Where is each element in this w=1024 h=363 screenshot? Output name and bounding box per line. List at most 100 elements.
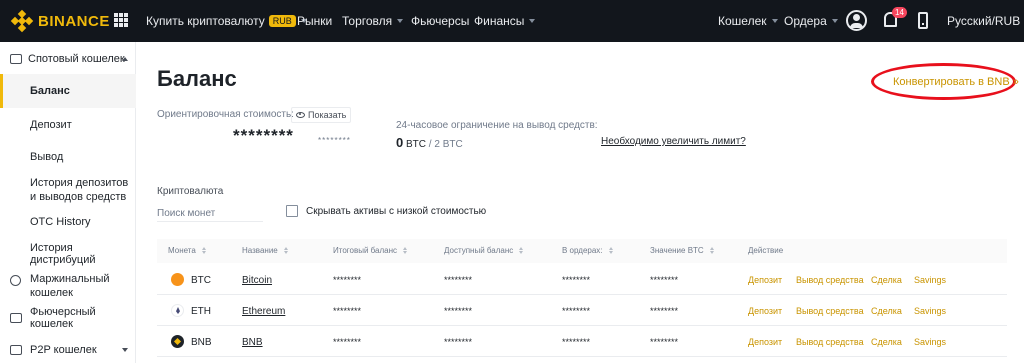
binance-logo-icon	[10, 9, 34, 33]
chevron-down-icon	[529, 19, 536, 23]
nav-buy-crypto[interactable]: Купить криптовалюту RUB	[146, 0, 307, 42]
deposit-link[interactable]: Депозит	[748, 275, 782, 285]
sidebar-item-distribution-history[interactable]: История дистрибуций	[0, 242, 136, 266]
col-coin[interactable]: Монета	[168, 246, 206, 255]
sidebar-item-label: Депозит	[30, 119, 72, 131]
language-label: Русский/RUB	[947, 14, 1021, 28]
sidebar-item-balance[interactable]: Баланс	[0, 74, 136, 108]
savings-link[interactable]: Savings	[914, 337, 946, 347]
user-profile-icon[interactable]	[846, 10, 867, 31]
col-coin-label: Монета	[168, 246, 196, 255]
sidebar-item-deposit[interactable]: Депозит	[0, 116, 136, 134]
nav-buy-crypto-label: Купить криптовалюту	[146, 14, 265, 28]
deposit-link[interactable]: Депозит	[748, 337, 782, 347]
notification-count-badge: 14	[892, 7, 907, 18]
withdraw-link[interactable]: Вывод средства	[796, 306, 864, 316]
nav-wallet[interactable]: Кошелек	[718, 0, 778, 42]
trade-link[interactable]: Сделка	[871, 275, 902, 285]
hide-small-balances-checkbox[interactable]	[286, 205, 298, 217]
estimated-fiat-masked: ********	[318, 136, 351, 145]
trade-link[interactable]: Сделка	[871, 306, 902, 316]
chevron-down-icon	[397, 19, 404, 23]
coin-name-link[interactable]: Ethereum	[242, 306, 285, 317]
sidebar: Спотовый кошелек Баланс Депозит Вывод Ис…	[0, 42, 136, 363]
table-row: BTC Bitcoin ******** ******** ******** *…	[157, 265, 1007, 295]
nav-finance-label: Финансы	[474, 14, 525, 28]
nav-markets-label: Рынки	[297, 14, 333, 28]
table-row: BNB BNB ******** ******** ******** *****…	[157, 327, 1007, 357]
btc-value: ********	[650, 306, 679, 316]
nav-futures[interactable]: Фьючерсы	[411, 0, 469, 42]
col-btc-value[interactable]: Значение BTC	[650, 246, 714, 255]
sidebar-item-spot-wallet[interactable]: Спотовый кошелек	[0, 50, 136, 68]
sidebar-item-history[interactable]: История депозитов и выводов средств	[0, 175, 136, 205]
sidebar-item-label: Фьючерсный кошелек	[30, 306, 96, 330]
table-row: ETH Ethereum ******** ******** ******** …	[157, 296, 1007, 326]
col-in-order-label: В ордерах:	[562, 246, 603, 255]
limit-unit: BTC	[406, 139, 427, 150]
nav-trade[interactable]: Торговля	[342, 0, 404, 42]
nav-orders-label: Ордера	[784, 14, 827, 28]
nav-wallet-label: Кошелек	[718, 14, 767, 28]
in-order-balance: ********	[562, 275, 591, 285]
chevron-down-icon	[122, 348, 128, 352]
withdrawal-limit-label: 24-часовое ограничение на вывод средств:	[396, 120, 598, 131]
sidebar-item-label: OTC History	[30, 216, 91, 228]
coin-ticker: BTC	[191, 275, 211, 286]
coin-name-link[interactable]: BNB	[242, 337, 263, 348]
top-navigation-bar: BINANCE Купить криптовалюту RUB Рынки То…	[0, 0, 1024, 42]
nav-orders[interactable]: Ордера	[784, 0, 838, 42]
trade-link[interactable]: Сделка	[871, 337, 902, 347]
withdraw-link[interactable]: Вывод средства	[796, 337, 864, 347]
in-order-balance: ********	[562, 306, 591, 316]
col-name[interactable]: Название	[242, 246, 288, 255]
sidebar-item-withdraw[interactable]: Вывод	[0, 148, 136, 166]
show-balance-button[interactable]: Показать	[291, 107, 352, 123]
increase-limit-link[interactable]: Необходимо увеличить лимит?	[601, 136, 746, 147]
futures-icon	[10, 313, 22, 323]
sidebar-item-label: Маржинальный кошелек	[30, 273, 110, 299]
coin-name-link[interactable]: Bitcoin	[242, 275, 272, 286]
available-balance: ********	[444, 337, 473, 347]
savings-link[interactable]: Savings	[914, 306, 946, 316]
sidebar-item-label: P2P кошелек	[30, 344, 97, 356]
sidebar-item-futures-wallet[interactable]: Фьючерсный кошелек	[0, 306, 136, 330]
eth-icon	[171, 304, 184, 317]
convert-to-bnb-link[interactable]: Конвертировать в BNB »	[893, 76, 1019, 88]
col-available[interactable]: Доступный баланс	[444, 246, 524, 255]
withdraw-link[interactable]: Вывод средства	[796, 275, 864, 285]
total-balance: ********	[333, 306, 362, 316]
sidebar-item-margin-wallet[interactable]: Маржинальный кошелек	[0, 271, 136, 301]
binance-logo[interactable]: BINANCE	[10, 9, 110, 33]
limit-total: / 2 BTC	[428, 139, 463, 150]
chevron-up-icon	[122, 57, 128, 61]
apps-grid-icon[interactable]	[114, 13, 128, 27]
language-currency-selector[interactable]: Русский/RUB	[947, 0, 1020, 42]
available-balance: ********	[444, 306, 473, 316]
bnb-icon	[171, 335, 184, 348]
p2p-icon	[10, 345, 22, 355]
mobile-app-icon[interactable]	[918, 12, 928, 29]
nav-finance[interactable]: Финансы	[474, 0, 536, 42]
sort-icon	[283, 247, 288, 255]
balance-table-header: Монета Название Итоговый баланс Доступны…	[157, 239, 1007, 263]
savings-link[interactable]: Savings	[914, 275, 946, 285]
sidebar-item-p2p-wallet[interactable]: P2P кошелек	[0, 341, 136, 359]
col-in-order[interactable]: В ордерах:	[562, 246, 613, 255]
coin-search-input[interactable]	[157, 206, 263, 222]
col-name-label: Название	[242, 246, 278, 255]
chevron-down-icon	[831, 19, 838, 23]
total-balance: ********	[333, 275, 362, 285]
withdrawal-limit-value: 0 BTC / 2 BTC	[396, 135, 463, 150]
sort-icon	[403, 247, 408, 255]
sidebar-item-otc-history[interactable]: OTC History	[0, 213, 136, 231]
col-total[interactable]: Итоговый баланс	[333, 246, 408, 255]
sidebar-item-label: История дистрибуций	[30, 242, 96, 266]
deposit-link[interactable]: Депозит	[748, 306, 782, 316]
in-order-balance: ********	[562, 337, 591, 347]
margin-icon	[10, 275, 21, 286]
total-balance: ********	[333, 337, 362, 347]
nav-markets[interactable]: Рынки	[297, 0, 332, 42]
eye-icon	[296, 112, 305, 118]
col-btc-value-label: Значение BTC	[650, 246, 704, 255]
